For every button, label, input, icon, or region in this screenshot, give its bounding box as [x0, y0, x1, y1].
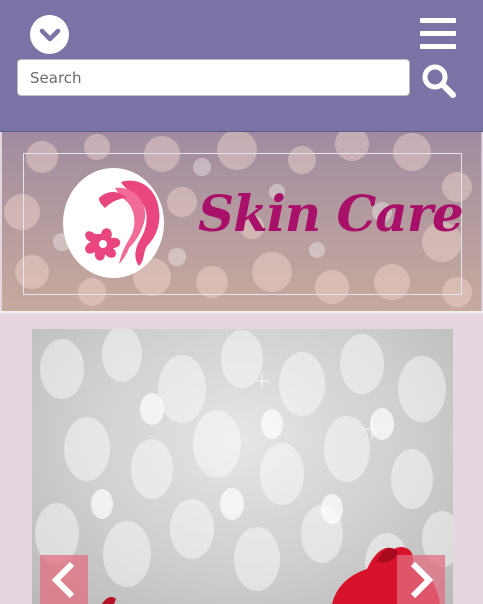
chevron-left-icon	[51, 561, 75, 598]
chevron-down-icon	[39, 28, 60, 41]
brand-title: Skin Care	[198, 184, 464, 243]
dropdown-toggle-button[interactable]	[30, 15, 69, 54]
image-carousel	[32, 329, 453, 604]
hero-banner: Skin Care	[2, 132, 482, 311]
hamburger-menu-button[interactable]	[420, 18, 456, 50]
menu-bar-top	[420, 18, 456, 23]
search-button[interactable]	[421, 63, 457, 99]
menu-bar-middle	[420, 31, 456, 36]
chevron-right-icon	[410, 561, 434, 598]
menu-bar-bottom	[420, 44, 456, 49]
search-input[interactable]	[17, 59, 410, 96]
carousel-next-button[interactable]	[397, 555, 445, 604]
logo	[63, 168, 164, 278]
top-navigation-bar	[0, 0, 483, 132]
woman-face-flower-icon	[85, 180, 160, 266]
carousel-slide-image	[35, 329, 453, 604]
carousel-prev-button[interactable]	[40, 555, 88, 604]
section-divider	[0, 311, 483, 313]
search-icon	[422, 64, 456, 98]
